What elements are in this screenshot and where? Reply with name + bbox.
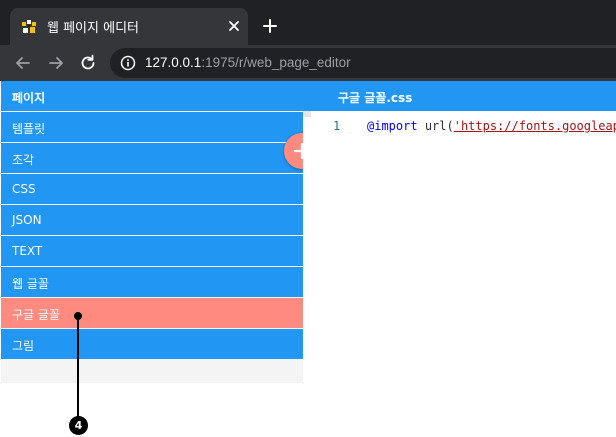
sidebar-item-image[interactable]: 그림: [1, 329, 303, 359]
callout-dot: [74, 312, 82, 320]
plus-icon[interactable]: [262, 18, 278, 34]
callout-line: [77, 316, 79, 420]
sidebar-item-text[interactable]: TEXT: [1, 236, 303, 266]
code-string: 'https://fonts.googleapis.com: [453, 119, 616, 133]
code-keyword: @import: [367, 119, 418, 133]
url-text: 127.0.0.1:1975/r/web_page_editor: [145, 55, 351, 70]
editor-gutter-mark: [303, 111, 311, 117]
app-favicon-icon: [21, 19, 37, 35]
line-number: 1: [333, 119, 341, 133]
app-root: 웹 페이지 에디터 127.0.0.1:1975/r/web_page_edit…: [0, 0, 616, 437]
forward-arrow-icon[interactable]: [46, 53, 66, 73]
browser-tab-strip: 웹 페이지 에디터: [0, 0, 616, 45]
editor-title: 구글 글꼴.css: [303, 81, 616, 111]
sidebar-item-template[interactable]: 템플릿: [1, 112, 303, 142]
sidebar-item-google-font[interactable]: 구글 글꼴: [1, 298, 303, 328]
browser-toolbar: 127.0.0.1:1975/r/web_page_editor: [0, 45, 616, 81]
code-paren: (: [446, 119, 454, 133]
url-path: :1975/r/web_page_editor: [201, 55, 351, 70]
url-host: 127.0.0.1: [145, 55, 202, 70]
code-editor[interactable]: 1 @import url('https://fonts.googleapis.…: [303, 111, 616, 383]
sidebar-item-json[interactable]: JSON: [1, 205, 303, 235]
back-arrow-icon[interactable]: [13, 53, 33, 73]
address-bar[interactable]: 127.0.0.1:1975/r/web_page_editor: [110, 48, 616, 78]
sidebar-item-css[interactable]: CSS: [1, 174, 303, 204]
code-function: url: [424, 119, 447, 133]
sidebar-item-fragment[interactable]: 조각: [1, 143, 303, 173]
callout-badge: 4: [69, 416, 88, 435]
code-line[interactable]: @import url('https://fonts.googleapis.co…: [367, 119, 616, 133]
reload-icon[interactable]: [78, 53, 98, 73]
sidebar-header: 페이지: [1, 81, 303, 111]
sidebar: 페이지 템플릿 조각 CSS JSON TEXT 웹 글꼴 구글 글꼴 그림: [1, 81, 303, 383]
info-icon[interactable]: [120, 55, 136, 71]
tab-title: 웹 페이지 에디터: [47, 21, 139, 36]
close-icon[interactable]: [226, 18, 242, 34]
browser-tab[interactable]: 웹 페이지 에디터: [10, 8, 248, 45]
sidebar-item-web-font[interactable]: 웹 글꼴: [1, 267, 303, 297]
